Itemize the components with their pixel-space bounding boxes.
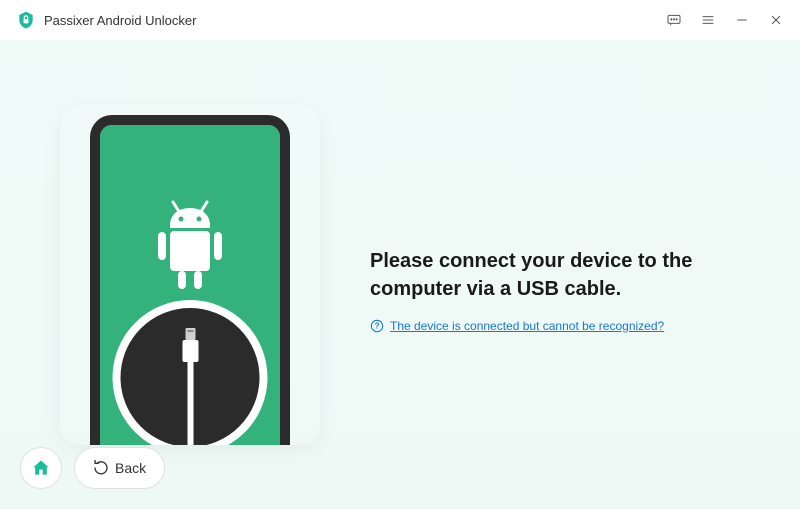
app-title: Passixer Android Unlocker bbox=[44, 13, 196, 28]
android-icon bbox=[140, 200, 240, 310]
home-icon bbox=[31, 458, 51, 478]
instruction-heading: Please connect your device to the comput… bbox=[370, 247, 740, 303]
titlebar: Passixer Android Unlocker bbox=[0, 0, 800, 40]
device-illustration bbox=[60, 105, 320, 445]
menu-icon[interactable] bbox=[700, 12, 716, 28]
titlebar-left: Passixer Android Unlocker bbox=[16, 10, 196, 30]
feedback-icon[interactable] bbox=[666, 12, 682, 28]
usb-circle bbox=[113, 300, 268, 445]
back-button[interactable]: Back bbox=[74, 447, 165, 489]
help-link[interactable]: The device is connected but cannot be re… bbox=[390, 319, 664, 333]
main-content: Please connect your device to the comput… bbox=[0, 40, 800, 509]
app-logo-icon bbox=[16, 10, 36, 30]
close-icon[interactable] bbox=[768, 12, 784, 28]
svg-text:?: ? bbox=[375, 321, 380, 330]
text-content: Please connect your device to the comput… bbox=[370, 217, 740, 333]
titlebar-right bbox=[666, 12, 784, 28]
back-label: Back bbox=[115, 460, 146, 476]
bottom-bar: Back bbox=[20, 447, 165, 489]
minimize-icon[interactable] bbox=[734, 12, 750, 28]
usb-cable-icon bbox=[178, 328, 202, 445]
home-button[interactable] bbox=[20, 447, 62, 489]
help-question-icon: ? bbox=[370, 319, 384, 333]
help-link-row: ? The device is connected but cannot be … bbox=[370, 319, 740, 333]
